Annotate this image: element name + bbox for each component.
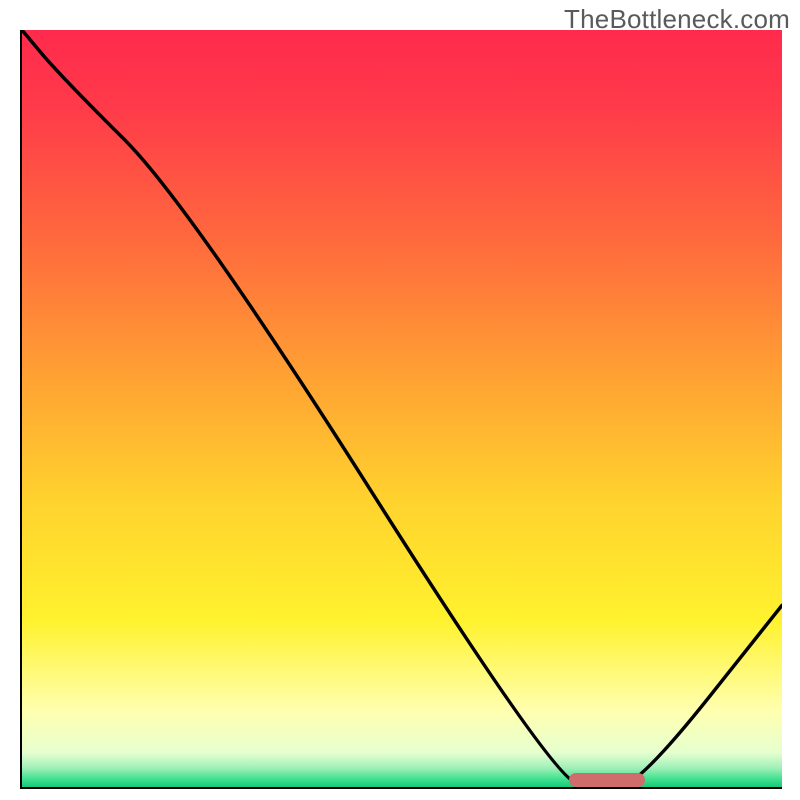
bottleneck-curve	[22, 30, 782, 787]
watermark-text: TheBottleneck.com	[564, 4, 790, 35]
chart-container: TheBottleneck.com	[0, 0, 800, 800]
optimal-range-marker	[569, 773, 645, 787]
plot-area	[20, 30, 782, 789]
